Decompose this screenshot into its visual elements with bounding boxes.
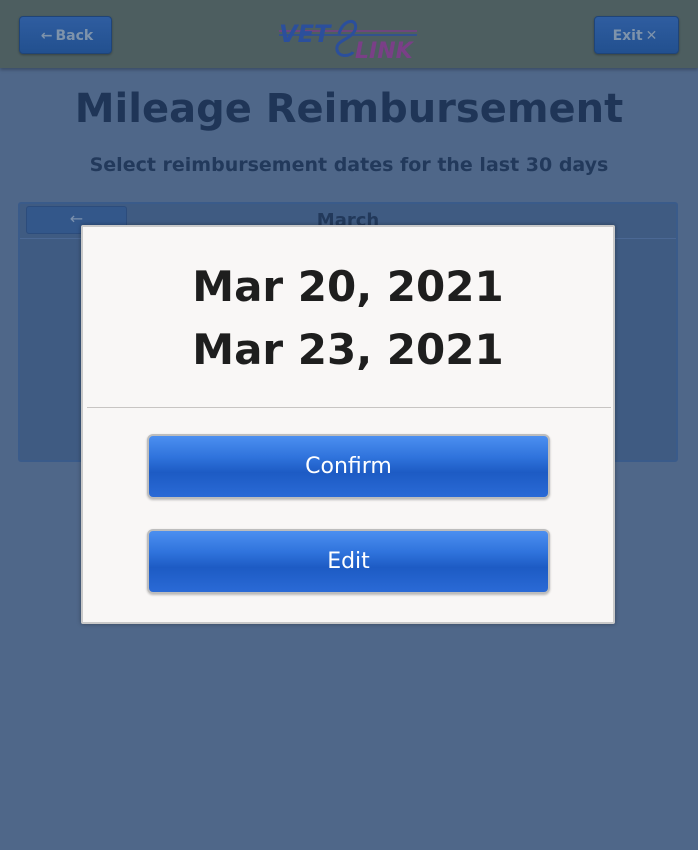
vet-link-logo: VET LINK xyxy=(279,20,417,62)
arrow-left-icon: ← xyxy=(40,28,53,44)
confirm-button[interactable]: Confirm xyxy=(147,434,550,499)
logo-text-link: LINK xyxy=(355,39,415,62)
dialog-divider xyxy=(87,407,611,408)
selected-date: Mar 20, 2021 xyxy=(192,262,504,311)
close-icon: ✕ xyxy=(645,28,658,44)
logo-text-vet: VET xyxy=(279,20,332,48)
selected-date: Mar 23, 2021 xyxy=(192,325,504,374)
page-subtitle: Select reimbursement dates for the last … xyxy=(89,154,609,176)
exit-button-label: Exit xyxy=(612,28,643,44)
back-button-label: Back xyxy=(55,28,94,44)
exit-button[interactable]: Exit ✕ xyxy=(594,16,679,54)
page-title: Mileage Reimbursement xyxy=(74,86,624,132)
edit-button[interactable]: Edit xyxy=(147,529,550,594)
confirm-dates-dialog: Mar 20, 2021 Mar 23, 2021 Confirm Edit xyxy=(81,225,615,624)
back-button[interactable]: ← Back xyxy=(19,16,112,54)
top-bar: ← Back VET LINK Exit ✕ xyxy=(0,0,698,68)
